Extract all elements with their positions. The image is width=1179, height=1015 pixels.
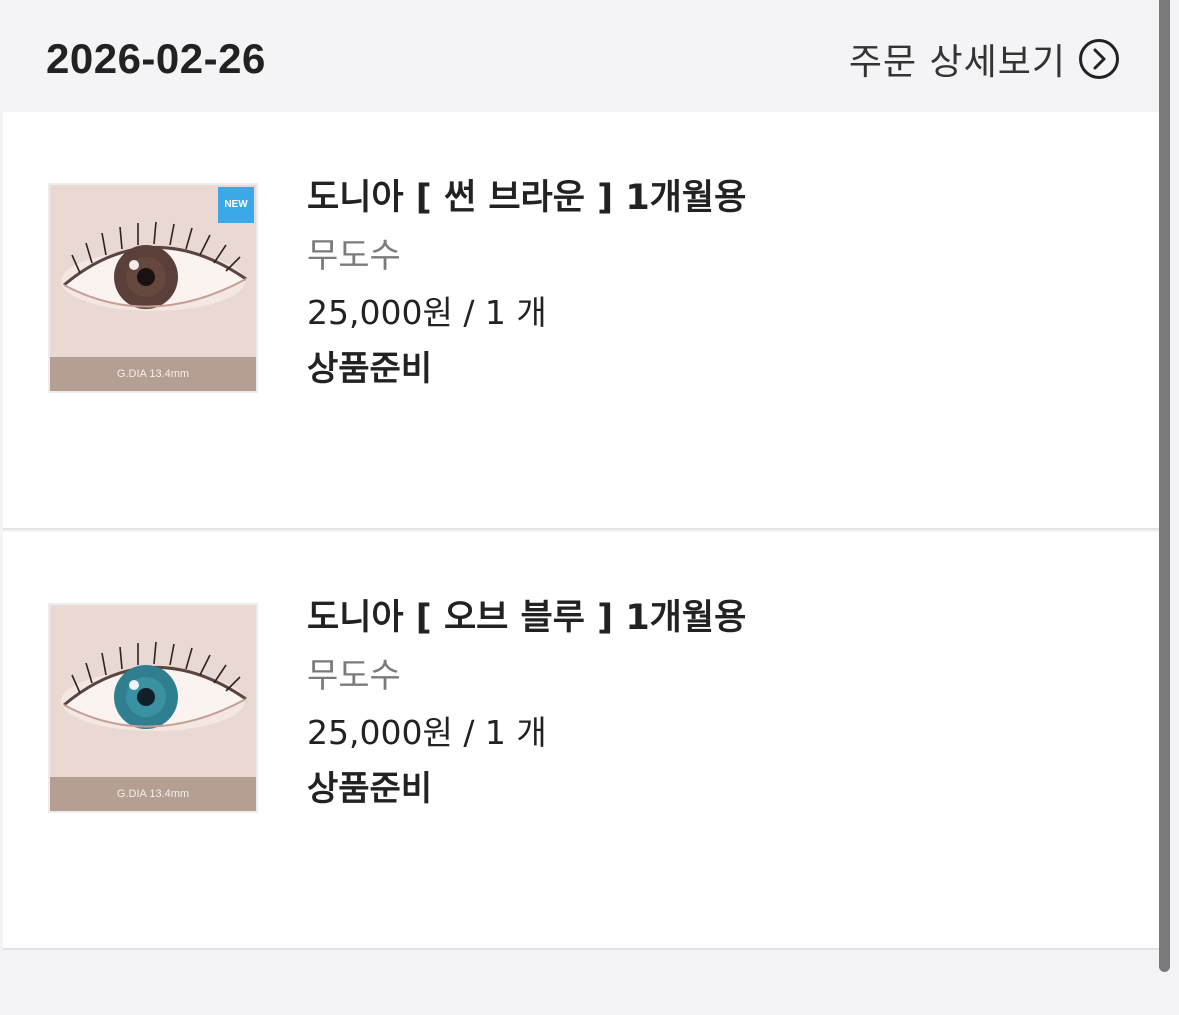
order-date: 2026-02-26 xyxy=(46,35,266,82)
product-option: 무도수 xyxy=(307,236,401,276)
diameter-label: G.DIA 13.4mm xyxy=(50,777,256,811)
order-status: 상품준비 xyxy=(307,349,433,389)
product-name[interactable]: 도니아 [ 썬 브라운 ] 1개월용 xyxy=(307,172,746,224)
diameter-label: G.DIA 13.4mm xyxy=(50,357,256,391)
order-status: 상품준비 xyxy=(307,769,433,809)
chevron-right-circle-icon xyxy=(1079,39,1119,79)
product-thumbnail[interactable]: G.DIA 13.4mm xyxy=(48,603,258,813)
new-badge: NEW xyxy=(218,187,254,223)
product-name[interactable]: 도니아 [ 오브 블루 ] 1개월용 xyxy=(307,592,746,644)
product-price: 25,000원 / 1 개 xyxy=(307,713,547,752)
product-price: 25,000원 / 1 개 xyxy=(307,293,547,332)
scrollbar[interactable] xyxy=(1159,0,1170,972)
product-info: 도니아 [ 썬 브라운 ] 1개월용 무도수 25,000원 / 1 개 상품준… xyxy=(307,172,746,394)
order-item-card[interactable]: NEW G.DIA 13.4mm 도니아 [ 썬 브라운 ] 1개월용 무도수 … xyxy=(3,112,1160,530)
product-thumbnail[interactable]: NEW G.DIA 13.4mm xyxy=(48,183,258,393)
order-header: 2026-02-26 주문 상세보기 xyxy=(0,0,1160,112)
product-info: 도니아 [ 오브 블루 ] 1개월용 무도수 25,000원 / 1 개 상품준… xyxy=(307,592,746,814)
product-option: 무도수 xyxy=(307,656,401,696)
order-detail-label: 주문 상세보기 xyxy=(848,42,1066,83)
order-item-card[interactable]: G.DIA 13.4mm 도니아 [ 오브 블루 ] 1개월용 무도수 25,0… xyxy=(3,532,1160,950)
order-detail-link[interactable]: 주문 상세보기 xyxy=(848,36,1120,83)
